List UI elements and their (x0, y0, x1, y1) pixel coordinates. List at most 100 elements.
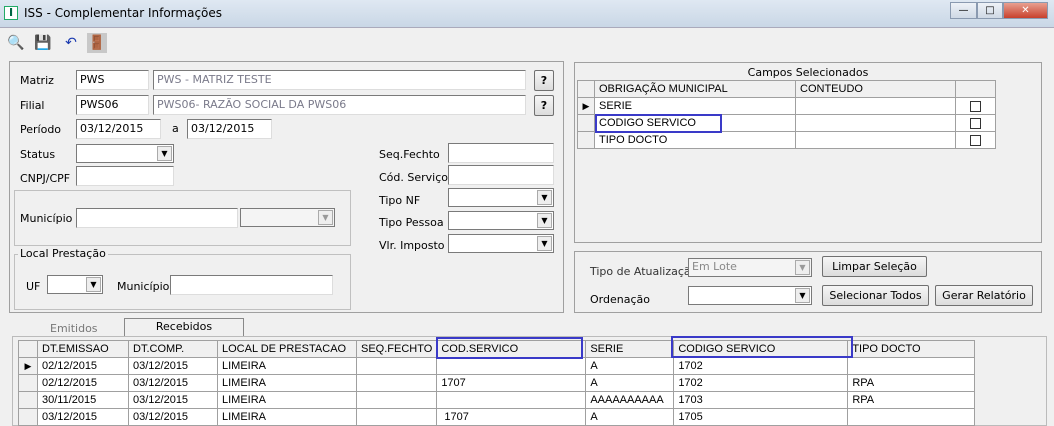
grid-cell[interactable]: 03/12/2015 (128, 408, 218, 426)
chevron-down-icon: ▼ (537, 190, 552, 205)
grid-cell[interactable]: LIMEIRA (217, 391, 357, 409)
grid-cell[interactable]: 02/12/2015 (37, 374, 129, 392)
col-dt-emissao[interactable]: DT.EMISSAO (37, 340, 129, 358)
col-tipo-docto[interactable]: TIPO DOCTO (847, 340, 976, 358)
checkbox[interactable] (970, 117, 981, 129)
grid-cell[interactable]: 02/12/2015 (37, 357, 129, 375)
matriz-label: Matriz (20, 74, 54, 87)
grid-cell[interactable]: A (585, 374, 675, 392)
grid-cell[interactable]: A (585, 357, 675, 375)
grid-cell[interactable]: A (585, 408, 675, 426)
grid-cell[interactable] (355, 391, 438, 409)
col-conteudo[interactable]: CONTEUDO (795, 80, 956, 98)
save-icon[interactable]: 💾 (33, 33, 53, 53)
grid-cell[interactable]: 1703 (673, 391, 849, 409)
undo-icon[interactable]: ↶ (61, 33, 81, 53)
tab-emitidos[interactable]: Emitidos (50, 322, 98, 335)
grid-cell[interactable] (436, 391, 587, 409)
row-indicator-icon: ▶ (577, 97, 595, 115)
grid-cell[interactable] (436, 357, 587, 375)
table-row[interactable]: ▶ 02/12/2015 03/12/2015 LIMEIRA A 1702 (18, 357, 976, 375)
tab-recebidos[interactable]: Recebidos (124, 318, 244, 336)
row-selector[interactable] (18, 391, 38, 409)
grid-cell[interactable]: RPA (847, 374, 976, 392)
local-municipio-input[interactable] (170, 275, 333, 295)
vlr-imposto-label: Vlr. Imposto (379, 239, 445, 252)
matriz-desc-field: PWS - MATRIZ TESTE (153, 70, 526, 90)
tipo-nf-select[interactable]: ▼ (448, 188, 554, 207)
checkbox[interactable] (970, 134, 981, 146)
table-row[interactable]: 03/12/2015 03/12/2015 LIMEIRA 1707 A 1705 (18, 408, 976, 426)
maximize-button[interactable]: □ (977, 2, 1003, 19)
tipo-atualizacao-select[interactable]: Em Lote ▼ (688, 258, 812, 277)
vlr-imposto-select[interactable]: ▼ (448, 234, 554, 253)
grid-cell[interactable]: 1702 (673, 374, 849, 392)
chevron-down-icon: ▼ (795, 288, 810, 303)
col-serie[interactable]: SERIE (585, 340, 675, 358)
table-row[interactable]: 02/12/2015 03/12/2015 LIMEIRA 1707 A 1702 RPA (18, 374, 976, 392)
uf-select[interactable]: ▼ (47, 275, 103, 294)
close-button[interactable]: ✕ (1003, 2, 1048, 19)
grid-cell[interactable]: 03/12/2015 (128, 357, 218, 375)
grid-cell[interactable]: LIMEIRA (217, 374, 357, 392)
chevron-down-icon: ▼ (86, 277, 101, 292)
tipo-pessoa-select[interactable]: ▼ (448, 211, 554, 230)
periodo-from-input[interactable]: 03/12/2015 (76, 119, 161, 139)
col-dt-comp[interactable]: DT.COMP. (128, 340, 218, 358)
grid-cell[interactable] (847, 408, 976, 426)
table-row[interactable]: 30/11/2015 03/12/2015 LIMEIRA AAAAAAAAAA 170… (18, 391, 976, 409)
gerar-relatorio-button[interactable]: Gerar Relatório (935, 285, 1033, 306)
row-selector[interactable] (18, 374, 38, 392)
chevron-down-icon: ▼ (795, 260, 810, 275)
cnpj-input[interactable] (76, 166, 174, 186)
row-indicator-icon[interactable]: ▶ (18, 357, 38, 375)
grid-cell[interactable]: AAAAAAAAAA (585, 391, 675, 409)
col-local-prestacao[interactable]: LOCAL DE PRESTACAO (217, 340, 357, 358)
search-icon[interactable]: 🔍 (6, 33, 26, 53)
seq-input[interactable] (448, 143, 554, 163)
grid-cell[interactable]: 03/12/2015 (128, 391, 218, 409)
grid-cell[interactable]: LIMEIRA (217, 408, 357, 426)
grid-cell[interactable]: 30/11/2015 (37, 391, 129, 409)
filial-help-button[interactable]: ? (534, 95, 554, 116)
status-select[interactable]: ▼ (76, 144, 174, 163)
grid-cell[interactable] (847, 357, 976, 375)
grid-cell[interactable] (355, 408, 438, 426)
tipo-atualizacao-value: Em Lote (692, 260, 737, 273)
filial-code-input[interactable]: PWS06 (76, 95, 149, 115)
seq-label: Seq.Fechto (379, 148, 440, 161)
checkbox[interactable] (970, 100, 981, 112)
cod-servico-label: Cód. Serviço (379, 171, 449, 184)
row-selector[interactable] (18, 408, 38, 426)
grid-cell[interactable] (355, 357, 438, 375)
col-seq-fechto[interactable]: SEQ.FECHTO (355, 340, 438, 358)
table-row: ▶ SERIE (577, 97, 996, 115)
grid-cell[interactable]: 03/12/2015 (37, 408, 129, 426)
filial-label: Filial (20, 99, 45, 112)
matriz-help-button[interactable]: ? (534, 70, 554, 91)
grid-cell[interactable] (355, 374, 438, 392)
exit-icon[interactable]: 🚪 (87, 33, 107, 53)
grid-cell[interactable]: LIMEIRA (217, 357, 357, 375)
grid-cell[interactable]: 1707 (436, 408, 587, 426)
municipio-label: Município (20, 212, 73, 225)
col-obrigacao[interactable]: OBRIGAÇÃO MUNICIPAL (594, 80, 796, 98)
ordenacao-select[interactable]: ▼ (688, 286, 812, 305)
municipio-select[interactable]: ▼ (240, 208, 335, 227)
tipo-nf-label: Tipo NF (379, 194, 421, 207)
highlight-box (436, 337, 583, 359)
matriz-code-input[interactable]: PWS (76, 70, 149, 90)
grid-cell[interactable]: 1702 (673, 357, 849, 375)
minimize-button[interactable]: — (950, 2, 977, 19)
cod-servico-input[interactable] (448, 165, 554, 185)
grid-cell[interactable]: 1705 (673, 408, 849, 426)
chevron-down-icon: ▼ (318, 210, 333, 225)
tipo-atualizacao-label: Tipo de Atualização (590, 265, 698, 278)
periodo-to-input[interactable]: 03/12/2015 (187, 119, 272, 139)
grid-cell[interactable]: 1707 (436, 374, 587, 392)
grid-cell[interactable]: 03/12/2015 (128, 374, 218, 392)
municipio-input[interactable] (76, 208, 238, 228)
limpar-selecao-button[interactable]: Limpar Seleção (822, 256, 927, 277)
selecionar-todos-button[interactable]: Selecionar Todos (822, 285, 929, 306)
grid-cell[interactable]: RPA (847, 391, 976, 409)
